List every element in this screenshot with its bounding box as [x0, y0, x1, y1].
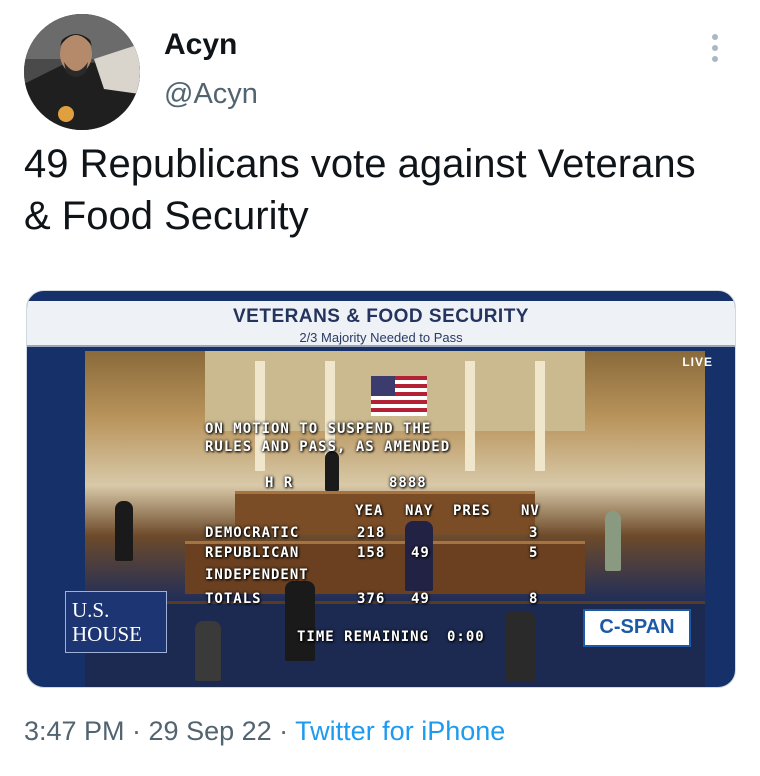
row-republican-nv: 5 [529, 545, 539, 561]
row-democratic-yea: 218 [357, 525, 386, 541]
header-yea: YEA [355, 503, 384, 519]
video-banner: VETERANS & FOOD SECURITY 2/3 Majority Ne… [27, 301, 735, 347]
cspan-logo: C-SPAN [583, 609, 691, 647]
header-nv: NV [521, 503, 540, 519]
tweet-timestamp[interactable]: 3:47 PM · 29 Sep 22 [24, 716, 272, 746]
banner-subtitle: 2/3 Majority Needed to Pass [299, 330, 463, 345]
live-indicator: LIVE [682, 355, 713, 369]
tweet-footer: 3:47 PM · 29 Sep 22 · Twitter for iPhone [24, 716, 505, 747]
banner-title: VETERANS & FOOD SECURITY [233, 306, 529, 327]
header-pres: PRES [453, 503, 491, 519]
tweet-source-link[interactable]: Twitter for iPhone [295, 716, 505, 746]
row-totals-nay: 49 [411, 591, 430, 607]
bill-label: H R [265, 475, 294, 491]
row-democratic-label: DEMOCRATIC [205, 525, 300, 541]
us-house-line-1: U.S. [72, 598, 110, 622]
more-options-icon[interactable] [700, 30, 730, 70]
bill-number: 8888 [389, 475, 427, 491]
row-democratic-nv: 3 [529, 525, 539, 541]
us-house-line-2: HOUSE [72, 622, 143, 646]
row-republican-nay: 49 [411, 545, 430, 561]
row-totals-yea: 376 [357, 591, 386, 607]
row-republican-yea: 158 [357, 545, 386, 561]
american-flag [371, 376, 427, 416]
tweet-media[interactable]: VETERANS & FOOD SECURITY 2/3 Majority Ne… [26, 290, 736, 688]
motion-line-2: RULES AND PASS, AS AMENDED [205, 439, 451, 455]
footer-separator: · [271, 716, 296, 746]
us-house-logo: U.S. HOUSE [65, 591, 167, 653]
row-totals-label: TOTALS [205, 591, 262, 607]
header-nay: NAY [405, 503, 434, 519]
row-independent-label: INDEPENDENT [205, 567, 309, 583]
avatar[interactable] [24, 14, 140, 130]
tweet-text: 49 Republicans vote against Veterans & F… [24, 142, 696, 238]
row-republican-label: REPUBLICAN [205, 545, 300, 561]
time-remaining-value: 0:00 [447, 629, 485, 645]
author-handle[interactable]: @Acyn [164, 78, 258, 111]
motion-line-1: ON MOTION TO SUSPEND THE [205, 421, 432, 437]
row-totals-nv: 8 [529, 591, 539, 607]
time-remaining-label: TIME REMAINING [297, 629, 430, 645]
author-name[interactable]: Acyn [164, 28, 237, 62]
